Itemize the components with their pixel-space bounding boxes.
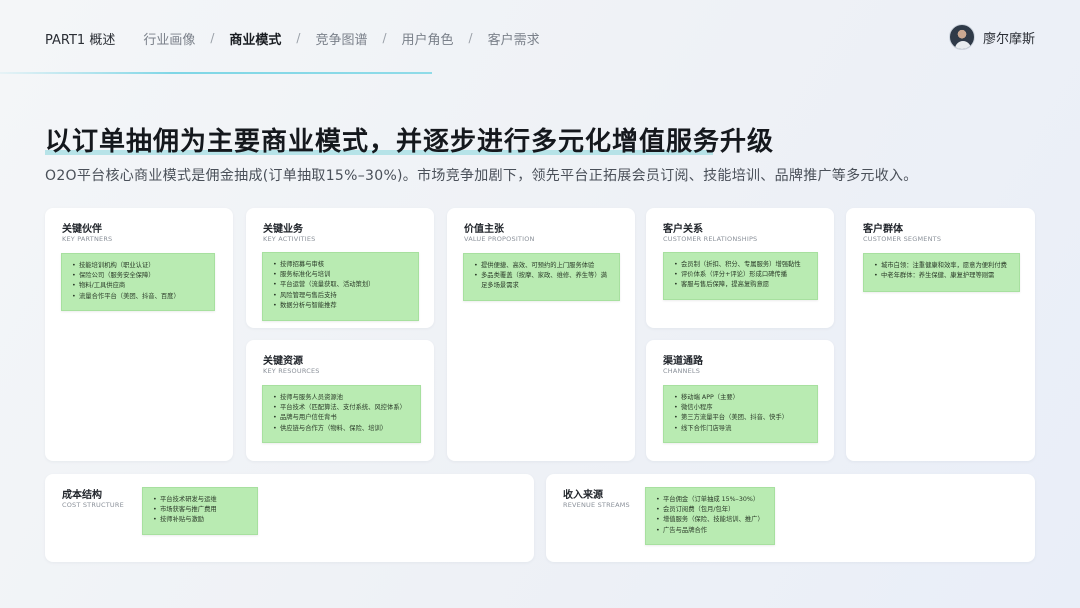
list-item: 中老年群体：养生保健、康复护理等刚需 (874, 271, 1011, 281)
card-subtitle: KEY ACTIVITIES (263, 235, 316, 243)
sticky-note: 技师招募与审核 服务标准化与培训 平台运营（流量获取、活动策划） 风险管理与售后… (262, 252, 419, 321)
sticky-note: 技能培训机构（职业认证） 保险公司（服务安全保障） 物料/工具供应商 流量合作平… (61, 253, 215, 311)
card-subtitle: KEY PARTNERS (62, 235, 113, 243)
list-item: 保险公司（服务安全保障） (72, 271, 206, 281)
list-item: 多品类覆盖（按摩、家政、维修、养生等）满足多场景需求 (474, 271, 611, 291)
list-item: 平台技术（匹配算法、支付系统、风控体系） (273, 403, 412, 413)
card-title: 关键资源 (263, 356, 303, 367)
sticky-note: 技师与服务人员资源池 平台技术（匹配算法、支付系统、风控体系） 品牌与用户信任背… (262, 385, 421, 443)
page-subtitle: O2O平台核心商业模式是佣金抽成(订单抽取15%–30%)。市场竞争加剧下，领先… (45, 168, 918, 184)
card-title: 成本结构 (62, 490, 102, 501)
list-item: 数据分析与智能推荐 (273, 301, 410, 311)
list-item: 线下合作门店导流 (674, 424, 809, 434)
top-navigation: PART1 概述 行业画像 / 商业模式 / 竞争图谱 / 用户角色 / 客户需… (45, 28, 540, 48)
list-item: 城市白领：注重健康和效率，愿意为便利付费 (874, 261, 1011, 271)
card-cost-structure: 成本结构 COST STRUCTURE 平台技术研发与运维 市场获客与推广费用 … (45, 474, 534, 562)
nav-accent-line (0, 72, 432, 74)
list-item: 品牌与用户信任背书 (273, 413, 412, 423)
card-customer-relationships: 客户关系 CUSTOMER RELATIONSHIPS 会员制（折扣、积分、专属… (646, 208, 834, 328)
card-title: 客户关系 (663, 224, 703, 235)
list-item: 移动端 APP（主要） (674, 393, 809, 403)
card-subtitle: CUSTOMER RELATIONSHIPS (663, 235, 758, 243)
list-item: 评价体系（评分+评论）形成口碑传播 (674, 270, 809, 280)
card-key-partners: 关键伙伴 KEY PARTNERS 技能培训机构（职业认证） 保险公司（服务安全… (45, 208, 233, 461)
list-item: 会员制（折扣、积分、专属服务）增强黏性 (674, 260, 809, 270)
nav-item-industry-profile[interactable]: 行业画像 (143, 29, 195, 48)
list-item: 第三方流量平台（美团、抖音、快手） (674, 413, 809, 423)
page-title: 以订单抽佣为主要商业模式，并逐步进行多元化增值服务升级 (45, 127, 775, 157)
list-item: 平台佣金（订单抽成 15%–30%） (656, 495, 766, 505)
list-item: 供应链与合作方（物料、保险、培训） (273, 424, 412, 434)
card-title: 价值主张 (464, 224, 504, 235)
list-item: 技能培训机构（职业认证） (72, 261, 206, 271)
list-item: 市场获客与推广费用 (153, 505, 249, 515)
list-item: 技师补贴与激励 (153, 515, 249, 525)
nav-separator: / (468, 31, 473, 45)
card-revenue-streams: 收入来源 REVENUE STREAMS 平台佣金（订单抽成 15%–30%） … (546, 474, 1035, 562)
card-subtitle: REVENUE STREAMS (563, 501, 630, 509)
sticky-note: 提供便捷、高效、可预约的上门服务体验 多品类覆盖（按摩、家政、维修、养生等）满足… (463, 253, 620, 301)
card-subtitle: CHANNELS (663, 367, 701, 375)
list-item: 平台运营（流量获取、活动策划） (273, 280, 410, 290)
card-title: 收入来源 (563, 490, 603, 501)
list-item: 物料/工具供应商 (72, 281, 206, 291)
nav-item-user-roles[interactable]: 用户角色 (402, 29, 454, 48)
nav-item-business-model[interactable]: 商业模式 (229, 29, 281, 48)
card-subtitle: VALUE PROPOSITION (464, 235, 535, 243)
list-item: 会员订阅费（包月/包年） (656, 505, 766, 515)
list-item: 流量合作平台（美团、抖音、百度） (72, 292, 206, 302)
nav-item-competitive-landscape[interactable]: 竞争图谱 (315, 29, 367, 48)
card-title: 关键伙伴 (62, 224, 102, 235)
list-item: 技师与服务人员资源池 (273, 393, 412, 403)
section-label: PART1 概述 (45, 32, 116, 48)
sticky-note: 平台技术研发与运维 市场获客与推广费用 技师补贴与激励 (142, 487, 258, 535)
card-subtitle: COST STRUCTURE (62, 501, 124, 509)
nav-separator: / (382, 31, 387, 45)
card-subtitle: KEY RESOURCES (263, 367, 320, 375)
list-item: 提供便捷、高效、可预约的上门服务体验 (474, 261, 611, 271)
card-customer-segments: 客户群体 CUSTOMER SEGMENTS 城市白领：注重健康和效率，愿意为便… (846, 208, 1035, 461)
list-item: 平台技术研发与运维 (153, 495, 249, 505)
card-subtitle: CUSTOMER SEGMENTS (863, 235, 942, 243)
user-profile[interactable]: 廖尔摩斯 (948, 24, 1035, 50)
list-item: 风险管理与售后支持 (273, 291, 410, 301)
sticky-note: 城市白领：注重健康和效率，愿意为便利付费 中老年群体：养生保健、康复护理等刚需 (863, 253, 1020, 292)
user-name: 廖尔摩斯 (982, 31, 1035, 47)
card-title: 关键业务 (263, 224, 303, 235)
list-item: 技师招募与审核 (273, 260, 410, 270)
card-key-resources: 关键资源 KEY RESOURCES 技师与服务人员资源池 平台技术（匹配算法、… (246, 340, 434, 461)
nav-separator: / (296, 31, 301, 45)
card-channels: 渠道通路 CHANNELS 移动端 APP（主要） 微信小程序 第三方流量平台（… (646, 340, 834, 461)
list-item: 微信小程序 (674, 403, 809, 413)
list-item: 服务标准化与培训 (273, 270, 410, 280)
nav-separator: / (210, 31, 215, 45)
nav-item-customer-needs[interactable]: 客户需求 (488, 29, 540, 48)
card-title: 渠道通路 (663, 356, 703, 367)
sticky-note: 移动端 APP（主要） 微信小程序 第三方流量平台（美团、抖音、快手） 线下合作… (663, 385, 818, 443)
sticky-note: 平台佣金（订单抽成 15%–30%） 会员订阅费（包月/包年） 增值服务（保险、… (645, 487, 775, 545)
list-item: 客服与售后保障，提高复购意愿 (674, 280, 809, 290)
card-title: 客户群体 (863, 224, 903, 235)
list-item: 广告与品牌合作 (656, 526, 766, 536)
card-value-proposition: 价值主张 VALUE PROPOSITION 提供便捷、高效、可预约的上门服务体… (447, 208, 635, 461)
sticky-note: 会员制（折扣、积分、专属服务）增强黏性 评价体系（评分+评论）形成口碑传播 客服… (663, 252, 818, 300)
list-item: 增值服务（保险、技能培训、推广） (656, 515, 766, 525)
card-key-activities: 关键业务 KEY ACTIVITIES 技师招募与审核 服务标准化与培训 平台运… (246, 208, 434, 328)
avatar (948, 24, 975, 50)
